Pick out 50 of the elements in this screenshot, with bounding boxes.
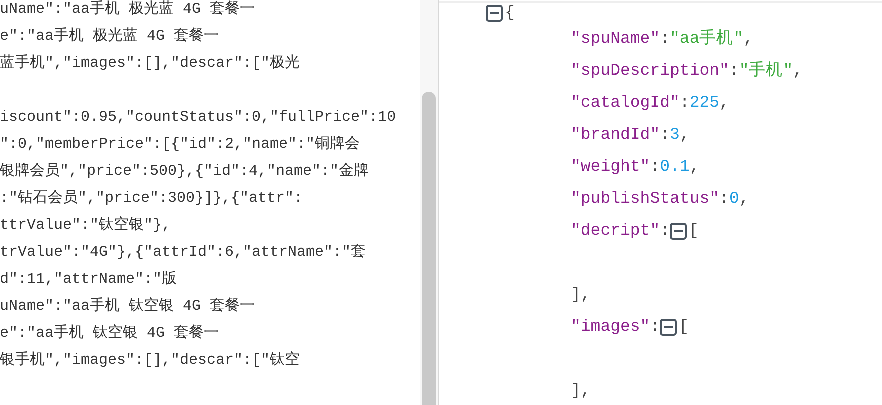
json-value: "手机"	[739, 60, 794, 82]
json-comma: ,	[793, 60, 804, 82]
raw-json-line: uName":"aa手机 钛空银 4G 套餐一	[0, 298, 256, 315]
json-bracket: [	[679, 316, 690, 338]
json-key: "weight"	[571, 155, 650, 179]
raw-json-line: :"钻石会员","price":300}]},{"attr":	[0, 190, 304, 207]
json-bracket: [	[689, 220, 699, 242]
json-colon: :	[680, 92, 690, 114]
json-comma: ,	[690, 156, 700, 178]
raw-json-line: iscount":0.95,"countStatus":0,"fullPrice":10	[0, 109, 396, 126]
json-comma: ,	[739, 188, 750, 210]
json-comma: ,	[720, 92, 730, 114]
json-key: "spuName"	[571, 27, 660, 51]
json-value: 0.1	[660, 156, 690, 178]
raw-json-line: e":"aa手机 极光蓝 4G 套餐一	[0, 28, 220, 45]
raw-json-line: ttrValue":"钛空银"},	[0, 217, 172, 234]
raw-json-line: 银手机","images":[],"descar":["钛空	[0, 352, 300, 369]
raw-json-line: trValue":"4G"},{"attrId":6,"attrName":"套	[0, 244, 366, 261]
json-value: 0	[729, 188, 740, 210]
json-bracket: ],	[571, 380, 591, 402]
json-brace: {	[505, 3, 515, 24]
json-value: "aa手机"	[670, 28, 744, 50]
json-value: 3	[670, 124, 680, 146]
json-comma: ,	[744, 28, 754, 50]
raw-json-line: d":11,"attrName":"版	[0, 271, 178, 288]
json-key: "catalogId"	[571, 91, 680, 115]
json-key: "brandId"	[571, 123, 660, 147]
raw-json-line: 蓝手机","images":[],"descar":["极光	[0, 55, 300, 72]
json-key: "images"	[571, 315, 650, 339]
collapse-icon[interactable]	[670, 222, 688, 240]
raw-json-line: e":"aa手机 钛空银 4G 套餐一	[0, 325, 220, 342]
json-colon: :	[660, 124, 670, 146]
json-colon: :	[650, 156, 660, 178]
json-colon: :	[650, 316, 660, 338]
raw-json-line: ":0,"memberPrice":[{"id":2,"name":"铜牌会	[0, 136, 360, 153]
json-key: "decript"	[571, 219, 660, 243]
json-value: 225	[690, 92, 720, 114]
json-colon: :	[729, 60, 740, 82]
collapse-icon[interactable]	[486, 4, 503, 22]
collapse-icon[interactable]	[660, 318, 678, 336]
raw-json-line: 银牌会员","price":500},{"id":4,"name":"金牌	[0, 163, 370, 180]
json-comma: ,	[680, 124, 690, 146]
json-bracket: ],	[571, 284, 591, 306]
json-colon: :	[720, 188, 730, 210]
raw-json-line: uName":"aa手机 极光蓝 4G 套餐一	[0, 1, 256, 18]
json-colon: :	[660, 220, 670, 242]
json-colon: :	[660, 28, 670, 50]
scrollbar-thumb[interactable]	[422, 92, 436, 405]
json-key: "publishStatus"	[571, 187, 720, 211]
json-key: "spuDescription"	[571, 59, 730, 83]
